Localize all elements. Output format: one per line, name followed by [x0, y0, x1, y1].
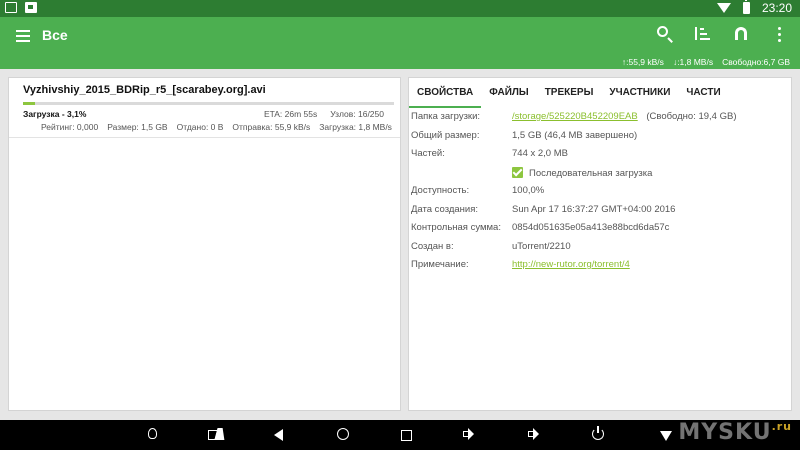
- torrent-status: Загрузка - 3,1%: [23, 109, 87, 119]
- torrent-uploaded: Отдано: 0 B: [176, 122, 224, 132]
- tab-pieces[interactable]: ЧАСТИ: [678, 78, 728, 108]
- torrent-list: Vyzhivshiy_2015_BDRip_r5_[scarabey.org].…: [8, 77, 401, 411]
- torrent-eta: ETA: 26m 55s: [264, 109, 318, 119]
- total-size-label: Общий размер:: [411, 129, 480, 141]
- created-label: Дата создания:: [411, 203, 479, 215]
- watermark: MYSKU.ru: [678, 420, 792, 445]
- list-item[interactable]: Vyzhivshiy_2015_BDRip_r5_[scarabey.org].…: [9, 78, 400, 138]
- image-icon: [5, 2, 17, 13]
- folder-label: Папка загрузки:: [411, 111, 481, 122]
- back-icon[interactable]: [274, 429, 283, 441]
- torrent-name: Vyzhivshiy_2015_BDRip_r5_[scarabey.org].…: [23, 84, 266, 96]
- folder-free: (Свободно: 19,4 GB): [646, 111, 737, 122]
- sort-icon[interactable]: [694, 25, 712, 43]
- magnet-icon[interactable]: [732, 25, 750, 43]
- progress-fill: [23, 102, 35, 105]
- torrent-peers: Узлов: 16/250: [330, 109, 384, 119]
- created-by-value: uTorrent/2210: [512, 240, 571, 252]
- battery-icon: [742, 0, 750, 14]
- created-value: Sun Apr 17 16:37:27 GMT+04:00 2016: [512, 203, 676, 215]
- hide-bar-icon[interactable]: [660, 431, 672, 441]
- torrent-details: СВОЙСТВА ФАЙЛЫ ТРЕКЕРЫ УЧАСТНИКИ ЧАСТИ П…: [408, 77, 792, 411]
- torrent-rating: Рейтинг: 0,000: [41, 122, 99, 132]
- created-by-label: Создан в:: [411, 240, 454, 252]
- free-space: Свободно:6,7 GB: [722, 57, 790, 67]
- torrent-upload-rate: Отправка: 55,9 kB/s: [232, 122, 311, 132]
- tab-bar: СВОЙСТВА ФАЙЛЫ ТРЕКЕРЫ УЧАСТНИКИ ЧАСТИ: [409, 78, 791, 108]
- clock: 23:20: [761, 1, 792, 15]
- torrent-download-rate: Загрузка: 1,8 MB/s: [319, 122, 392, 132]
- sequential-checkbox[interactable]: [512, 166, 523, 178]
- hash-value: 0854d051635e05a413e88bcd6da57c: [512, 222, 670, 233]
- overflow-menu-icon[interactable]: [770, 25, 788, 43]
- folder-link[interactable]: /storage/525220B452209EAB: [512, 111, 638, 122]
- comment-label: Примечание:: [411, 259, 469, 270]
- home-icon[interactable]: [337, 428, 349, 440]
- app-bar: Все ↑:55,9 kB/s ↓:1,8 MB/s Свободно:6,7 …: [0, 17, 800, 69]
- torrent-size: Размер: 1,5 GB: [107, 122, 168, 132]
- power-icon[interactable]: [592, 426, 604, 440]
- search-icon[interactable]: [656, 25, 674, 43]
- comment-link[interactable]: http://new-rutor.org/torrent/4: [512, 259, 630, 270]
- pieces-label: Частей:: [411, 148, 445, 159]
- status-bar: 23:20: [0, 0, 800, 17]
- download-speed: ↓:1,8 MB/s: [672, 57, 714, 67]
- tab-files[interactable]: ФАЙЛЫ: [481, 78, 537, 108]
- pieces-value: 744 x 2,0 MB: [512, 148, 568, 159]
- page-title: Все: [42, 27, 68, 43]
- sequential-label: Последовательная загрузка: [529, 167, 653, 179]
- volume-up-icon[interactable]: [528, 428, 539, 440]
- tab-peers[interactable]: УЧАСТНИКИ: [601, 78, 678, 108]
- lightbulb-icon[interactable]: [148, 428, 157, 439]
- progress-bar: [23, 102, 394, 105]
- availability-value: 100,0%: [512, 185, 545, 196]
- volume-down-icon[interactable]: [463, 428, 474, 440]
- tab-properties[interactable]: СВОЙСТВА: [409, 78, 482, 108]
- menu-icon[interactable]: [16, 30, 30, 42]
- app-notification-icon: [25, 2, 37, 13]
- total-size-value: 1,5 GB (46,4 MB завершено): [512, 129, 638, 141]
- tab-trackers[interactable]: ТРЕКЕРЫ: [537, 78, 602, 108]
- upload-speed: ↑:55,9 kB/s: [621, 57, 664, 67]
- hash-label: Контрольная сумма:: [411, 222, 501, 233]
- availability-label: Доступность:: [411, 185, 470, 196]
- recent-apps-icon[interactable]: [401, 430, 412, 441]
- properties-list: Папка загрузки: /storage/525220B452209EA…: [409, 109, 791, 276]
- wifi-icon: [716, 3, 731, 13]
